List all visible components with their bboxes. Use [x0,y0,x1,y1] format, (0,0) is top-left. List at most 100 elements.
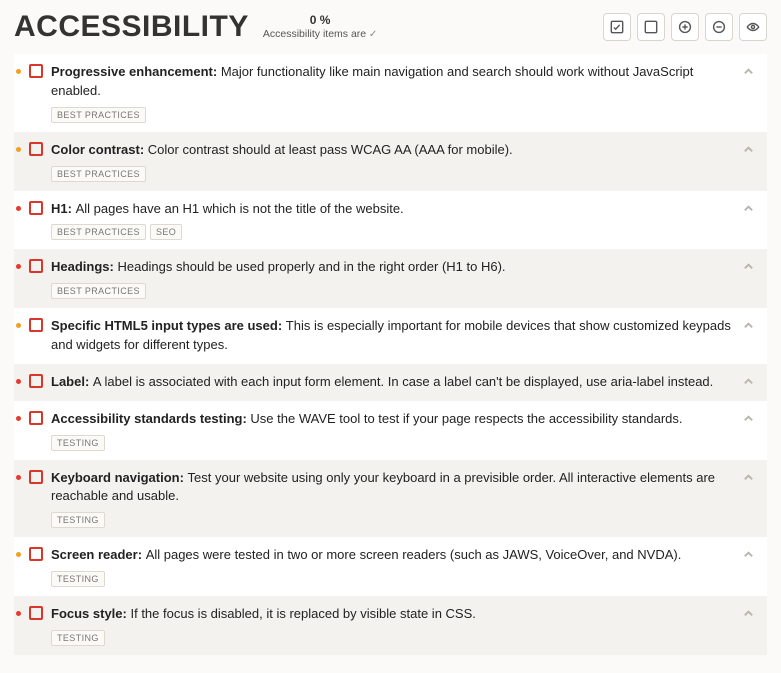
tag-best_practices[interactable]: BEST PRACTICES [51,107,146,123]
chevron-up-icon [743,203,754,214]
item-tags: BEST PRACTICES [51,283,735,299]
item-checkbox[interactable] [29,201,43,215]
item-tags: TESTING [51,571,735,587]
item-tags: TESTING [51,512,735,528]
collapse-toggle[interactable] [743,471,759,486]
item-checkbox[interactable] [29,411,43,425]
checklist-item: Progressive enhancementMajor functionali… [14,54,767,132]
tag-testing[interactable]: TESTING [51,435,105,451]
chevron-up-icon [743,413,754,424]
item-description: All pages have an H1 which is not the ti… [76,201,404,216]
eye-icon [746,20,760,34]
section-title: ACCESSIBILITY [14,10,249,44]
item-body: HeadingsHeadings should be used properly… [51,258,735,299]
chevron-up-icon [743,261,754,272]
priority-dot [16,552,21,557]
item-text: Keyboard navigationTest your website usi… [51,469,735,507]
item-title: Focus style [51,606,130,621]
item-checkbox[interactable] [29,374,43,388]
item-tags: BEST PRACTICES [51,107,735,123]
tag-best_practices[interactable]: BEST PRACTICES [51,224,146,240]
item-tags: BEST PRACTICESSEO [51,224,735,240]
checklist-item: Specific HTML5 input types are usedThis … [14,308,767,364]
priority-dot [16,69,21,74]
item-description: If the focus is disabled, it is replaced… [130,606,475,621]
item-text: H1All pages have an H1 which is not the … [51,200,735,219]
item-body: LabelA label is associated with each inp… [51,373,735,392]
item-checkbox[interactable] [29,142,43,156]
section-header: ACCESSIBILITY 0 % Accessibility items ar… [14,10,767,44]
collapse-toggle[interactable] [743,412,759,427]
item-description: Color contrast should at least pass WCAG… [148,142,513,157]
collapse-toggle[interactable] [743,319,759,334]
chevron-up-icon [743,144,754,155]
chevron-up-icon [743,608,754,619]
check-all-button[interactable] [603,13,631,41]
plus-circle-icon [678,20,692,34]
tag-best_practices[interactable]: BEST PRACTICES [51,166,146,182]
checklist-item: Screen readerAll pages were tested in tw… [14,537,767,596]
item-checkbox[interactable] [29,606,43,620]
item-body: Specific HTML5 input types are usedThis … [51,317,735,355]
collapse-toggle[interactable] [743,65,759,80]
item-checkbox[interactable] [29,64,43,78]
collapse-toggle[interactable] [743,202,759,217]
item-body: Accessibility standards testingUse the W… [51,410,735,451]
tag-testing[interactable]: TESTING [51,571,105,587]
item-text: Color contrastColor contrast should at l… [51,141,735,160]
priority-dot [16,147,21,152]
tag-testing[interactable]: TESTING [51,630,105,646]
collapse-toggle[interactable] [743,260,759,275]
checklist-item: HeadingsHeadings should be used properly… [14,249,767,308]
item-checkbox[interactable] [29,318,43,332]
item-text: Progressive enhancementMajor functionali… [51,63,735,101]
collapse-toggle[interactable] [743,607,759,622]
uncheck-all-button[interactable] [637,13,665,41]
progress-indicator: 0 % Accessibility items are [263,13,377,42]
checklist-item: Accessibility standards testingUse the W… [14,401,767,460]
item-body: Screen readerAll pages were tested in tw… [51,546,735,587]
priority-dot [16,323,21,328]
priority-dot [16,475,21,480]
expand-all-button[interactable] [671,13,699,41]
collapse-toggle[interactable] [743,143,759,158]
tag-seo[interactable]: SEO [150,224,182,240]
checkbox-empty-icon [644,20,658,34]
item-tags: TESTING [51,630,735,646]
priority-dot [16,611,21,616]
item-checkbox[interactable] [29,259,43,273]
tag-best_practices[interactable]: BEST PRACTICES [51,283,146,299]
item-tags: TESTING [51,435,735,451]
progress-caption: Accessibility items are [263,28,377,42]
checkbox-checked-icon [610,20,624,34]
chevron-up-icon [743,549,754,560]
item-description: Headings should be used properly and in … [117,259,505,274]
item-title: Specific HTML5 input types are used [51,318,286,333]
item-body: Focus styleIf the focus is disabled, it … [51,605,735,646]
item-title: Accessibility standards testing [51,411,250,426]
item-title: Headings [51,259,117,274]
priority-dot [16,379,21,384]
checklist-item: LabelA label is associated with each inp… [14,364,767,401]
checklist-item: Focus styleIf the focus is disabled, it … [14,596,767,655]
toggle-visibility-button[interactable] [739,13,767,41]
collapse-all-button[interactable] [705,13,733,41]
item-title: Color contrast [51,142,148,157]
minus-circle-icon [712,20,726,34]
collapse-toggle[interactable] [743,375,759,390]
chevron-up-icon [743,376,754,387]
item-text: LabelA label is associated with each inp… [51,373,735,392]
item-checkbox[interactable] [29,470,43,484]
tag-testing[interactable]: TESTING [51,512,105,528]
item-checkbox[interactable] [29,547,43,561]
item-body: H1All pages have an H1 which is not the … [51,200,735,241]
checklist: Progressive enhancementMajor functionali… [14,54,767,655]
item-tags: BEST PRACTICES [51,166,735,182]
section-toolbar [603,13,767,41]
item-description: A label is associated with each input fo… [93,374,713,389]
item-text: Specific HTML5 input types are usedThis … [51,317,735,355]
collapse-toggle[interactable] [743,548,759,563]
chevron-up-icon [743,66,754,77]
item-body: Keyboard navigationTest your website usi… [51,469,735,529]
item-title: Screen reader [51,547,146,562]
